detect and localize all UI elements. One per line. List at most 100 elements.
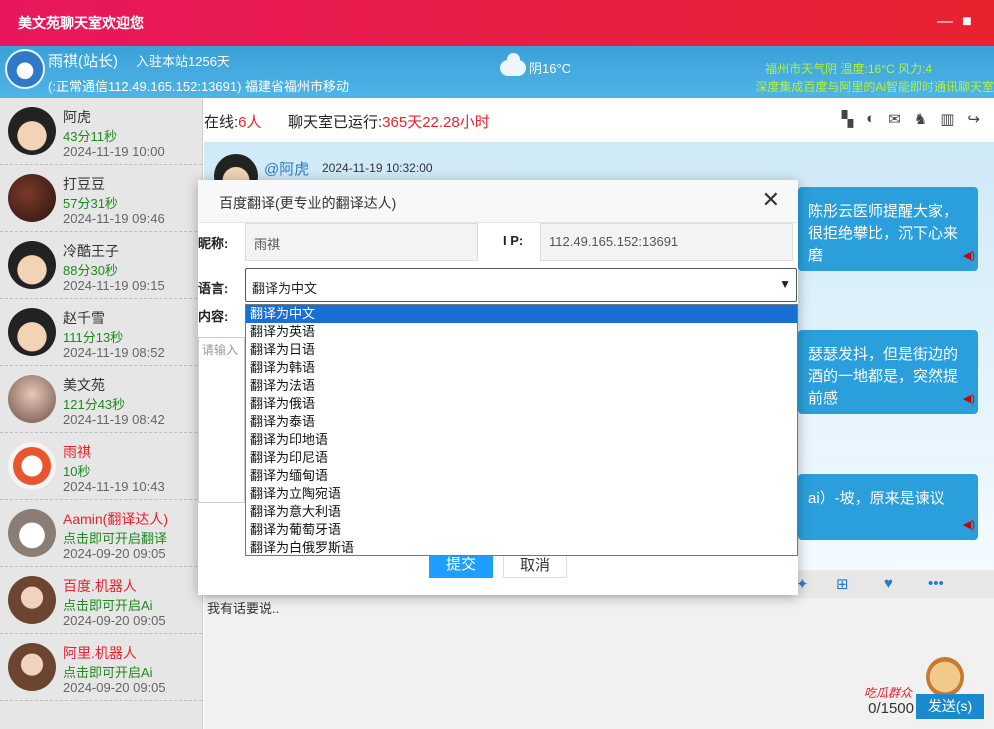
watermark: 吃瓜群众 xyxy=(863,686,912,700)
grid-icon[interactable]: ▚ xyxy=(842,110,854,128)
list-item[interactable]: 冷酷王子 88分30秒 2024-11-19 09:15 xyxy=(0,232,202,299)
ip-field[interactable]: 112.49.165.152:13691 xyxy=(540,223,793,261)
online-count: 在线:6人 xyxy=(204,111,262,132)
online-duration: 88分30秒 xyxy=(63,263,118,278)
language-selected: 翻译为中文 xyxy=(252,281,318,296)
dropdown-option[interactable]: 翻译为立陶宛语 xyxy=(246,485,797,503)
online-duration: 点击即可开启Ai xyxy=(63,665,153,680)
join-date: 2024-11-19 09:46 xyxy=(63,211,165,226)
message-text: 瑟瑟发抖，但是街边的酒的一地都是，突然提前感 xyxy=(808,346,959,407)
join-date: 2024-09-20 09:05 xyxy=(63,546,166,561)
dropdown-option[interactable]: 翻译为韩语 xyxy=(246,359,797,377)
dropdown-option[interactable]: 翻译为日语 xyxy=(246,341,797,359)
trash-icon[interactable]: ▥ xyxy=(940,110,954,128)
user-name: 百度.机器人 xyxy=(63,578,137,594)
dropdown-option[interactable]: 翻译为白俄罗斯语 xyxy=(246,539,797,557)
join-date: 2024-11-19 10:43 xyxy=(63,479,165,494)
avatar xyxy=(8,643,56,691)
minimize-button[interactable]: — xyxy=(937,13,953,31)
online-duration: 121分43秒 xyxy=(63,397,126,412)
dropdown-option[interactable]: 翻译为葡萄牙语 xyxy=(246,521,797,539)
online-duration: 点击即可开启Ai xyxy=(63,598,153,613)
online-duration: 点击即可开启翻译 xyxy=(63,531,168,546)
list-item[interactable]: Aamin(翻译达人) 点击即可开启翻译 2024-09-20 09:05 xyxy=(0,500,202,567)
connection-status: (:正常通信112.49.165.152:13691) 福建省福州市移动 xyxy=(48,79,350,94)
runtime-label: 聊天室已运行: xyxy=(288,114,383,131)
message-bubble: ai）-坡，原来是谏议 ◀) xyxy=(798,474,978,540)
maximize-button[interactable]: ■ xyxy=(962,13,972,31)
list-item[interactable]: 打豆豆 57分31秒 2024-11-19 09:46 xyxy=(0,165,202,232)
content-textarea[interactable]: 请输入 xyxy=(198,337,245,503)
list-item[interactable]: 阿里.机器人 点击即可开启Ai 2024-09-20 09:05 xyxy=(0,634,202,701)
message-input[interactable]: 我有话要说.. 吃瓜群众 0/1500 发送(s) xyxy=(204,598,994,729)
windows-icon[interactable]: ⊞ xyxy=(836,575,849,593)
title-bar: 美文苑聊天室欢迎您 — ■ xyxy=(0,0,994,46)
dropdown-option[interactable]: 翻译为缅甸语 xyxy=(246,467,797,485)
dropdown-option[interactable]: 翻译为意大利语 xyxy=(246,503,797,521)
chevron-down-icon: ▼ xyxy=(779,277,791,291)
speaker-icon[interactable]: ◀) xyxy=(963,388,975,410)
online-duration: 10秒 xyxy=(63,464,91,479)
user-name: 雨祺 xyxy=(63,444,91,460)
language-label: 语言: xyxy=(198,281,229,296)
avatar xyxy=(8,308,56,356)
speaker-icon[interactable]: ◀) xyxy=(963,245,975,267)
online-label: 在线: xyxy=(204,114,239,131)
dialog-header: 百度翻译(更专业的翻译达人) ✕ xyxy=(198,180,798,223)
list-item[interactable]: 阿虎 43分11秒 2024-11-19 10:00 xyxy=(0,98,202,165)
join-date: 2024-11-19 08:52 xyxy=(63,345,165,360)
language-dropdown: 翻译为中文 翻译为英语 翻译为日语 翻译为韩语 翻译为法语 翻译为俄语 翻译为泰… xyxy=(245,304,798,556)
dropdown-option[interactable]: 翻译为印地语 xyxy=(246,431,797,449)
bell-icon[interactable]: ♞ xyxy=(914,110,927,128)
site-slogan: 深度集成百度与阿里的Ai智能即时通讯聊天室 xyxy=(755,80,994,94)
toolbar-icons: ▚ ◐ ✉ ♞ ▥ ↪ xyxy=(842,110,980,128)
runtime: 聊天室已运行:365天22.28小时 xyxy=(288,111,490,132)
share-icon[interactable]: ↪ xyxy=(967,110,980,128)
toggle-icon[interactable]: ◐ xyxy=(866,110,875,128)
more-icon[interactable]: ••• xyxy=(928,575,944,592)
user-name: 赵千雪 xyxy=(63,310,105,326)
dropdown-option[interactable]: 翻译为法语 xyxy=(246,377,797,395)
message-author[interactable]: @阿虎 xyxy=(264,158,309,179)
message-text: 陈彤云医师提醒大家，很拒绝攀比，沉下心来磨 xyxy=(808,203,959,264)
avatar[interactable] xyxy=(5,49,45,89)
language-select[interactable]: 翻译为中文 ▼ xyxy=(245,268,797,302)
user-name: 冷酷王子 xyxy=(63,243,119,259)
avatar xyxy=(8,174,56,222)
dropdown-option[interactable]: 翻译为泰语 xyxy=(246,413,797,431)
nick-label: 昵称: xyxy=(198,236,229,251)
char-counter: 0/1500 xyxy=(868,700,914,717)
list-item[interactable]: 百度.机器人 点击即可开启Ai 2024-09-20 09:05 xyxy=(0,567,202,634)
message-time: 2024-11-19 10:32:00 xyxy=(322,161,433,175)
content-label: 内容: xyxy=(198,309,229,324)
list-item[interactable]: 雨祺 10秒 2024-11-19 10:43 xyxy=(0,433,202,500)
online-duration: 57分31秒 xyxy=(63,196,118,211)
avatar xyxy=(8,375,56,423)
join-date: 2024-09-20 09:05 xyxy=(63,680,166,695)
avatar xyxy=(8,442,56,490)
joined-days: 入驻本站1256天 xyxy=(136,54,230,69)
avatar xyxy=(8,509,56,557)
weather-display: 阴16°C xyxy=(500,52,571,77)
send-button[interactable]: 发送(s) xyxy=(916,694,984,719)
dialog-title: 百度翻译(更专业的翻译达人) xyxy=(219,195,397,211)
dropdown-option[interactable]: 翻译为俄语 xyxy=(246,395,797,413)
online-duration: 111分13秒 xyxy=(63,330,124,345)
avatar xyxy=(8,576,56,624)
dropdown-option[interactable]: 翻译为印尼语 xyxy=(246,449,797,467)
heart-icon[interactable]: ♥ xyxy=(884,575,893,592)
online-number: 6人 xyxy=(238,114,262,131)
list-item[interactable]: 美文苑 121分43秒 2024-11-19 08:42 xyxy=(0,366,202,433)
mail-icon[interactable]: ✉ xyxy=(888,110,901,128)
join-date: 2024-09-20 09:05 xyxy=(63,613,166,628)
dropdown-option[interactable]: 翻译为英语 xyxy=(246,323,797,341)
user-name: Aamin(翻译达人) xyxy=(63,511,169,527)
close-icon[interactable]: ✕ xyxy=(762,189,780,211)
list-item[interactable]: 赵千雪 111分13秒 2024-11-19 08:52 xyxy=(0,299,202,366)
nick-field[interactable]: 雨祺 xyxy=(245,223,478,261)
avatar xyxy=(8,241,56,289)
profile-header: 雨祺(站长) 入驻本站1256天 (:正常通信112.49.165.152:13… xyxy=(0,46,994,98)
dropdown-option[interactable]: 翻译为中文 xyxy=(246,305,797,323)
speaker-icon[interactable]: ◀) xyxy=(963,514,975,536)
message-bubble: 陈彤云医师提醒大家，很拒绝攀比，沉下心来磨 ◀) xyxy=(798,187,978,271)
